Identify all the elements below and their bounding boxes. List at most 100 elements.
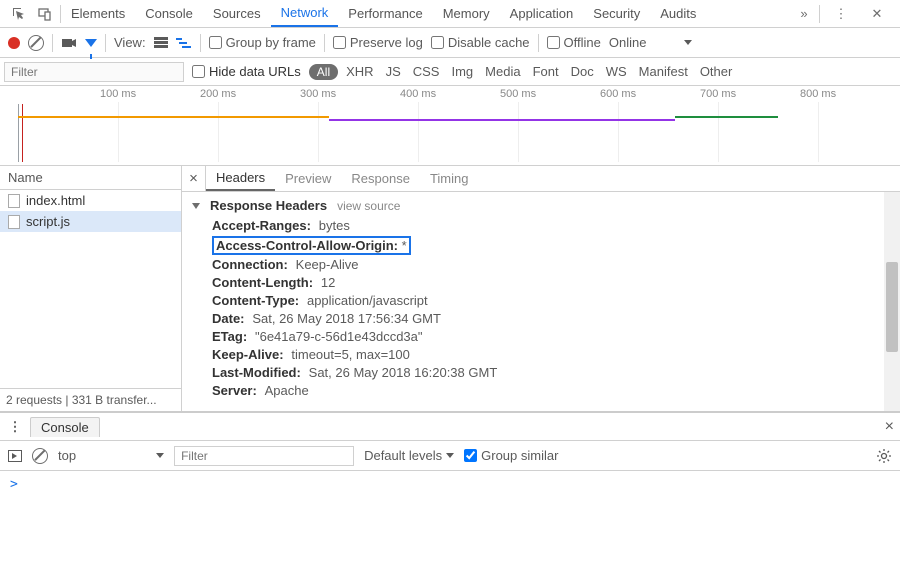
header-key: Server: [212, 383, 257, 398]
separator [52, 34, 53, 52]
group-by-frame-checkbox[interactable]: Group by frame [209, 35, 316, 50]
tab-sources[interactable]: Sources [203, 0, 271, 27]
header-value: 12 [321, 275, 335, 290]
header-key: Last-Modified: [212, 365, 301, 380]
more-tabs-icon[interactable]: » [793, 3, 815, 25]
waterfall-icon[interactable] [176, 37, 192, 49]
filter-type-all[interactable]: All [309, 64, 338, 80]
log-levels-select[interactable]: Default levels [364, 448, 454, 463]
header-value: timeout=5, max=100 [291, 347, 410, 362]
filter-type-js[interactable]: JS [386, 64, 401, 79]
header-value: Sat, 26 May 2018 17:56:34 GMT [252, 311, 441, 326]
header-value: bytes [319, 218, 350, 233]
filter-type-xhr[interactable]: XHR [346, 64, 373, 79]
clear-console-icon[interactable] [32, 448, 48, 464]
header-key: ETag: [212, 329, 247, 344]
preserve-log-checkbox[interactable]: Preserve log [333, 35, 423, 50]
response-header-row: ETag: "6e41a79-c-56d1e43dccd3a" [192, 328, 890, 346]
response-header-row: Accept-Ranges: bytes [192, 217, 890, 235]
detail-tab-timing[interactable]: Timing [420, 166, 479, 191]
tab-performance[interactable]: Performance [338, 0, 432, 27]
hide-data-urls-checkbox[interactable]: Hide data URLs [192, 64, 301, 79]
context-select[interactable]: top [58, 448, 164, 463]
scrollbar[interactable] [884, 192, 900, 411]
filter-type-manifest[interactable]: Manifest [639, 64, 688, 79]
close-details-icon[interactable]: × [182, 166, 206, 191]
response-header-row: Last-Modified: Sat, 26 May 2018 16:20:38… [192, 364, 890, 382]
tab-network[interactable]: Network [271, 0, 339, 27]
timeline-tick: 200 ms [200, 88, 236, 100]
header-value: Apache [265, 383, 309, 398]
separator [105, 34, 106, 52]
close-devtools-icon[interactable]: ✕ [866, 3, 888, 25]
response-header-row: Connection: Keep-Alive [192, 256, 890, 274]
response-header-row: Access-Control-Allow-Origin: * [192, 235, 890, 256]
filter-type-css[interactable]: CSS [413, 64, 440, 79]
device-toggle-icon[interactable] [34, 3, 56, 25]
filter-type-other[interactable]: Other [700, 64, 733, 79]
timeline-tick: 700 ms [700, 88, 736, 100]
response-header-row: Content-Type: application/javascript [192, 292, 890, 310]
header-key: Content-Length: [212, 275, 313, 290]
detail-tab-preview[interactable]: Preview [275, 166, 341, 191]
filter-type-img[interactable]: Img [451, 64, 473, 79]
large-rows-icon[interactable] [154, 37, 168, 49]
name-column-header[interactable]: Name [0, 166, 181, 190]
filter-type-font[interactable]: Font [533, 64, 559, 79]
header-key: Connection: [212, 257, 288, 272]
tab-elements[interactable]: Elements [61, 0, 135, 27]
tab-application[interactable]: Application [500, 0, 584, 27]
camera-icon[interactable] [61, 37, 77, 49]
kebab-menu-icon[interactable]: ⋮ [830, 3, 852, 25]
view-source-link[interactable]: view source [337, 199, 400, 213]
detail-tab-headers[interactable]: Headers [206, 166, 275, 191]
detail-tab-response[interactable]: Response [341, 166, 420, 191]
close-drawer-icon[interactable]: × [885, 418, 894, 436]
execution-context-icon[interactable] [8, 450, 22, 462]
tab-security[interactable]: Security [583, 0, 650, 27]
response-header-row: Date: Sat, 26 May 2018 17:56:34 GMT [192, 310, 890, 328]
request-row[interactable]: index.html [0, 190, 181, 211]
clear-icon[interactable] [28, 35, 44, 51]
response-header-row: Keep-Alive: timeout=5, max=100 [192, 346, 890, 364]
response-header-row: Content-Length: 12 [192, 274, 890, 292]
offline-checkbox[interactable]: Offline [547, 35, 601, 50]
header-key: Keep-Alive: [212, 347, 284, 362]
filter-type-doc[interactable]: Doc [571, 64, 594, 79]
timeline-tick: 800 ms [800, 88, 836, 100]
view-label: View: [114, 35, 146, 50]
timeline-tick: 100 ms [100, 88, 136, 100]
group-similar-checkbox[interactable]: Group similar [464, 448, 558, 463]
filter-toggle-icon[interactable] [85, 39, 97, 47]
separator [538, 34, 539, 52]
request-row[interactable]: script.js [0, 211, 181, 232]
filter-type-ws[interactable]: WS [606, 64, 627, 79]
file-icon [8, 194, 20, 208]
filter-type-media[interactable]: Media [485, 64, 520, 79]
response-headers-title: Response Headers [210, 198, 327, 213]
throttling-select[interactable]: Online [609, 35, 693, 50]
panel-tabs: ElementsConsoleSourcesNetworkPerformance… [61, 0, 793, 27]
drawer-menu-icon[interactable]: ⋮ [6, 419, 24, 435]
disclosure-triangle-icon[interactable] [192, 203, 200, 209]
inspect-icon[interactable] [8, 3, 30, 25]
console-filter-input[interactable] [174, 446, 354, 466]
tab-console[interactable]: Console [135, 0, 203, 27]
record-button[interactable] [8, 37, 20, 49]
tab-audits[interactable]: Audits [650, 0, 706, 27]
timeline-tick: 600 ms [600, 88, 636, 100]
header-value: Sat, 26 May 2018 16:20:38 GMT [309, 365, 498, 380]
console-prompt[interactable]: > [0, 471, 900, 498]
timeline-tick: 300 ms [300, 88, 336, 100]
network-timeline[interactable]: 100 ms200 ms300 ms400 ms500 ms600 ms700 … [0, 86, 900, 166]
disable-cache-checkbox[interactable]: Disable cache [431, 35, 530, 50]
tab-console[interactable]: Console [30, 417, 100, 437]
network-filter-input[interactable] [4, 62, 184, 82]
timeline-marker [18, 104, 19, 162]
file-name: script.js [26, 214, 70, 229]
caret-down-icon [156, 453, 164, 458]
separator [819, 5, 820, 23]
header-value: * [402, 238, 407, 253]
tab-memory[interactable]: Memory [433, 0, 500, 27]
console-settings-icon[interactable] [876, 448, 892, 464]
